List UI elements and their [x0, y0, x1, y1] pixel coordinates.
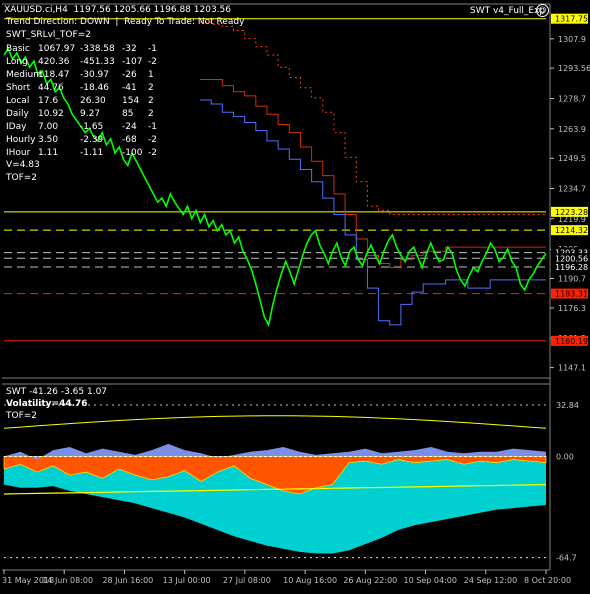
x-tick-label: 13 Jul 00:00 [163, 576, 211, 585]
stats-value: 1067.97 [38, 44, 76, 54]
price-label: 1160.19 [555, 337, 588, 346]
stats-value: 10.92 [38, 109, 64, 119]
expert-label[interactable]: SWT v4_Full_Exp [470, 6, 545, 16]
price-label: 1317.75 [555, 15, 588, 24]
stats-value: -68 [122, 135, 137, 145]
stats-value: -30.97 [80, 70, 110, 80]
stats-value: 17.6 [38, 96, 59, 106]
sub-y-tick-label: 0.00 [556, 452, 574, 461]
stats-value: 7.00 [38, 122, 59, 132]
stats-value: 1.11 [38, 148, 59, 158]
stats-value: 2 [148, 96, 154, 106]
stats-label: Daily [6, 109, 29, 119]
y-tick-label: 1293.56 [558, 64, 590, 73]
price-label: 1200.56 [555, 254, 588, 263]
stats-value: -1 [148, 44, 157, 54]
y-tick-label: 1263.9 [558, 125, 586, 134]
stats-label: Medium [6, 70, 42, 80]
stats-value: 118.47 [38, 70, 70, 80]
stats-value: 44.76 [38, 83, 64, 93]
stats-value: -451.33 [80, 57, 115, 67]
stats-value: 26.30 [80, 96, 106, 106]
price-label: 1223.28 [555, 208, 588, 217]
subwindow-tof: TOF=2 [6, 411, 38, 421]
stats-value: -2 [148, 135, 157, 145]
trend-status: Trend Direction: DOWN | Ready To Trade: … [6, 17, 245, 27]
y-tick-label: 1249.5 [558, 154, 586, 163]
y-tick-label: 1190.7 [558, 274, 586, 283]
x-tick-label: 10 Sep 04:00 [404, 576, 457, 585]
stats-value: -32 [122, 44, 137, 54]
price-label: 1214.32 [555, 226, 588, 235]
x-tick-label: 26 Aug 22:00 [343, 576, 397, 585]
y-tick-label: 1278.7 [558, 95, 586, 104]
subwindow-title: SWT -41.26 -3.65 1.07 [6, 387, 108, 397]
price-label: 1196.28 [555, 263, 588, 272]
stats-value: 2 [148, 83, 154, 93]
x-tick-label: 14 Jun 08:00 [42, 576, 93, 585]
stats-label: Short [6, 83, 31, 93]
v-value: V=4.83 [6, 160, 40, 170]
stats-value: -24 [122, 122, 137, 132]
price-label: 1183.31 [555, 290, 588, 299]
stats-value: -26 [122, 70, 137, 80]
smiley-icon[interactable]: ☺ [536, 4, 549, 17]
stats-value: -1 [148, 122, 157, 132]
stats-value: -100 [122, 148, 143, 158]
x-tick-label: 10 Aug 16:00 [283, 576, 337, 585]
stats-value: 9.27 [80, 109, 101, 119]
stats-label: Long [6, 57, 28, 67]
stats-value: -1.65 [80, 122, 104, 132]
y-tick-label: 1176.3 [558, 304, 586, 313]
y-tick-label: 1147.1 [558, 364, 586, 373]
stats-value: -2 [148, 57, 157, 67]
y-tick-label: 1307.9 [558, 35, 586, 44]
stats-value: 420.36 [38, 57, 70, 67]
x-tick-label: 8 Oct 20:00 [524, 576, 571, 585]
stats-value: -107 [122, 57, 143, 67]
stats-value: -41 [122, 83, 137, 93]
stats-value: 1 [148, 70, 154, 80]
y-tick-label: 1234.7 [558, 185, 586, 194]
stats-value: -338.58 [80, 44, 115, 54]
x-tick-label: 28 Jun 16:00 [102, 576, 153, 585]
stats-value: 85 [122, 109, 134, 119]
sub-y-tick-label: 32.84 [556, 401, 579, 410]
x-tick-label: 27 Jul 08:00 [223, 576, 271, 585]
stats-value: -2 [148, 148, 157, 158]
stats-label: IDay [6, 122, 27, 132]
stats-value: 154 [122, 96, 140, 106]
tof-value: TOF=2 [6, 173, 38, 183]
stats-value: -2.39 [80, 135, 104, 145]
stats-value: -1.11 [80, 148, 104, 158]
stats-value: -18.46 [80, 83, 110, 93]
volatility-label: Volatility=44.76 [6, 399, 88, 409]
stats-value: 2 [148, 109, 154, 119]
indicator-name: SWT_SRLvl_TOF=2 [6, 30, 91, 40]
stats-label: Hourly [6, 135, 36, 145]
symbol-info: XAUUSD.ci,H4 1197.56 1205.66 1196.88 120… [4, 5, 231, 15]
stats-label: IHour [6, 148, 31, 158]
x-tick-label: 24 Sep 12:00 [464, 576, 517, 585]
stats-label: Local [6, 96, 30, 106]
stats-label: Basic [6, 44, 30, 54]
sub-y-tick-label: -64.7 [556, 554, 577, 563]
stats-value: 3.50 [38, 135, 59, 145]
